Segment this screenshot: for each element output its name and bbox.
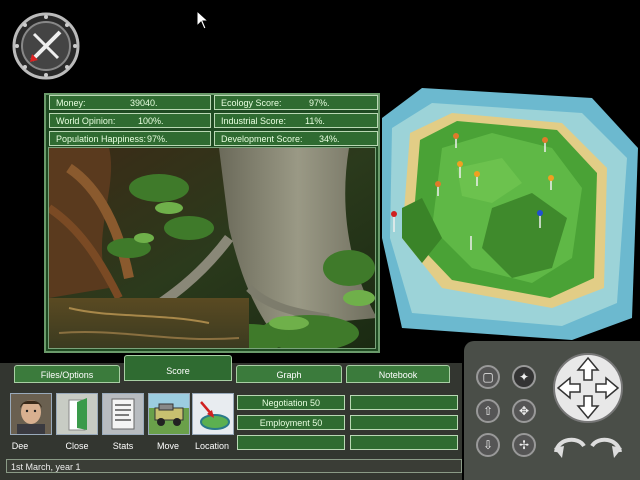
population-happiness-label: Population Happiness:	[56, 134, 147, 144]
compass-widget[interactable]	[12, 12, 80, 80]
employment-field: Employment 50	[237, 415, 345, 430]
empty-field-1	[350, 395, 458, 410]
tab-notebook[interactable]: Notebook	[346, 365, 450, 383]
stats-label: Stats	[112, 441, 134, 451]
rotate-up-button[interactable]: ⇧	[476, 399, 500, 423]
date-status-bar: 1st March, year 1	[6, 459, 462, 473]
development-stat: Development Score: 34%.	[214, 131, 378, 146]
move-label: Move	[156, 441, 179, 451]
move-cross-button[interactable]: ✥	[512, 399, 536, 423]
population-happiness-value: 97%.	[147, 134, 168, 144]
world-opinion-label: World Opinion:	[56, 116, 116, 126]
money-label: Money:	[56, 98, 86, 108]
mouse-cursor-icon	[196, 9, 210, 30]
tab-graph[interactable]: Graph	[236, 365, 342, 383]
plus-icon: ✦	[518, 370, 530, 384]
document-icon	[103, 394, 143, 434]
location-label: Location	[194, 441, 230, 451]
money-stat: Money: 39040.	[49, 95, 211, 110]
view-square-button[interactable]: ▢	[476, 365, 500, 389]
world-opinion-stat: World Opinion: 100%.	[49, 113, 211, 128]
cross-icon: ✥	[518, 404, 530, 418]
money-value: 39040.	[130, 98, 158, 108]
empty-field-4	[350, 435, 458, 450]
ecology-stat: Ecology Score: 97%.	[214, 95, 378, 110]
ecology-label: Ecology Score:	[221, 98, 282, 108]
up-arrow-icon: ⇧	[482, 404, 494, 418]
development-label: Development Score:	[221, 134, 303, 144]
direction-arrows-icon	[553, 353, 623, 423]
dee-button[interactable]	[10, 393, 52, 435]
zoom-in-button[interactable]: ✦	[512, 365, 536, 389]
jeep-icon	[149, 394, 189, 434]
zoom-cross-icon: ✢	[518, 438, 530, 452]
world-opinion-value: 100%.	[138, 116, 164, 126]
stats-button[interactable]	[102, 393, 144, 435]
industrial-stat: Industrial Score: 11%.	[214, 113, 378, 128]
close-button[interactable]	[56, 393, 98, 435]
zoom-out-button[interactable]: ✢	[512, 433, 536, 457]
portrait-icon	[11, 394, 51, 434]
tab-score[interactable]: Score	[124, 355, 232, 381]
industrial-value: 11%.	[305, 116, 325, 126]
ecology-value: 97%.	[309, 98, 330, 108]
direction-pad[interactable]	[552, 352, 624, 424]
industrial-label: Industrial Score:	[221, 116, 287, 126]
compass-icon	[12, 12, 80, 80]
rotate-arrows-icon	[554, 437, 622, 458]
down-arrow-icon: ⇩	[482, 438, 494, 452]
location-photo	[48, 147, 376, 349]
population-happiness-stat: Population Happiness: 97%.	[49, 131, 211, 146]
rotate-down-button[interactable]: ⇩	[476, 433, 500, 457]
development-value: 34%.	[319, 134, 340, 144]
move-button[interactable]	[148, 393, 190, 435]
island-arrow-icon	[193, 394, 233, 434]
close-label: Close	[65, 441, 89, 451]
door-icon	[57, 394, 97, 434]
jungle-scene-image	[49, 148, 375, 348]
location-button[interactable]	[192, 393, 234, 435]
square-icon: ▢	[482, 370, 494, 384]
island-terrain-map	[382, 88, 638, 340]
empty-field-2	[350, 415, 458, 430]
island-map[interactable]	[382, 88, 638, 340]
empty-field-3	[237, 435, 345, 450]
tab-files-options[interactable]: Files/Options	[14, 365, 120, 383]
dee-label: Dee	[11, 441, 29, 451]
negotiation-field: Negotiation 50	[237, 395, 345, 410]
rotate-controls[interactable]	[552, 430, 624, 466]
